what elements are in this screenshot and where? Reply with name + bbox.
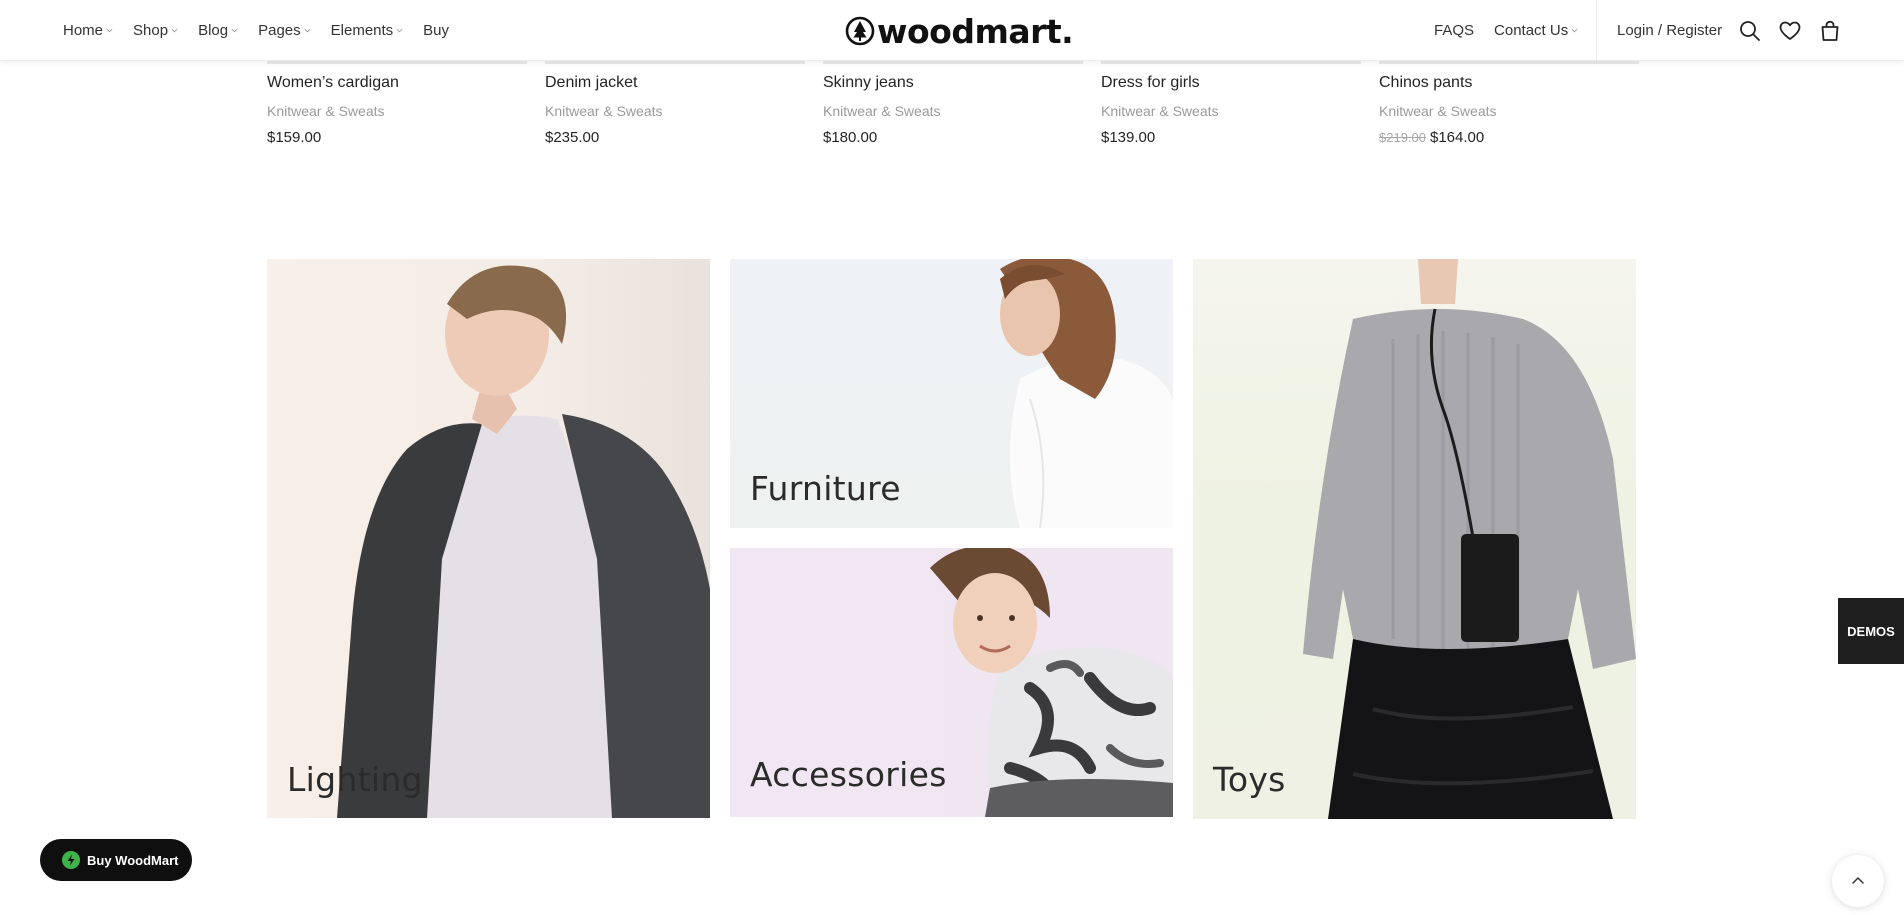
nav-shop-label: Shop xyxy=(133,22,169,39)
login-register-link[interactable]: Login / Register xyxy=(1617,0,1722,61)
category-image-toys xyxy=(1303,259,1636,819)
product-price-value: $139.00 xyxy=(1101,129,1156,146)
product-old-price: $219.00 xyxy=(1379,130,1426,145)
buy-woodmart-button[interactable]: Buy WoodMart xyxy=(40,839,192,881)
product-title[interactable]: Denim jacket xyxy=(545,74,637,92)
secondary-nav: FAQS Contact Us xyxy=(1434,0,1598,61)
category-label: Furniture xyxy=(750,469,901,508)
product-price: $219.00 $164.00 xyxy=(1379,129,1484,146)
tree-logo-icon xyxy=(845,16,875,46)
product-price-value: $235.00 xyxy=(545,129,600,146)
category-image-lighting xyxy=(337,265,710,818)
chevron-down-icon xyxy=(106,28,113,33)
nav-contact[interactable]: Contact Us xyxy=(1494,22,1578,39)
category-tile-furniture[interactable]: Furniture xyxy=(730,259,1173,528)
nav-blog[interactable]: Blog xyxy=(198,22,238,39)
nav-faqs[interactable]: FAQS xyxy=(1434,22,1474,39)
product-category[interactable]: Knitwear & Sweats xyxy=(1379,103,1497,119)
category-tile-lighting[interactable]: Lighting xyxy=(267,259,710,818)
nav-blog-label: Blog xyxy=(198,22,229,39)
product-image[interactable] xyxy=(823,61,1083,64)
nav-shop[interactable]: Shop xyxy=(133,22,178,39)
chevron-down-icon xyxy=(396,28,403,33)
main-nav: Home Shop Blog Pages Elements Buy xyxy=(63,0,469,61)
nav-elements[interactable]: Elements xyxy=(331,22,404,39)
product-image[interactable] xyxy=(1379,61,1639,64)
product-price: $159.00 xyxy=(267,129,321,146)
chevron-down-icon xyxy=(304,28,311,33)
product-title[interactable]: Dress for girls xyxy=(1101,74,1200,92)
product-price: $139.00 xyxy=(1101,129,1155,146)
heart-icon[interactable] xyxy=(1778,19,1802,43)
product-price: $235.00 xyxy=(545,129,599,146)
category-tile-accessories[interactable]: Accessories xyxy=(730,548,1173,817)
chevron-down-icon xyxy=(171,28,178,33)
nav-elements-label: Elements xyxy=(330,22,394,39)
demos-label: DEMOS xyxy=(1847,623,1895,639)
category-label: Toys xyxy=(1213,760,1286,799)
nav-pages[interactable]: Pages xyxy=(258,22,311,39)
buy-woodmart-label: Buy WoodMart xyxy=(87,852,179,868)
nav-buy-label: Buy xyxy=(423,22,450,39)
nav-pages-label: Pages xyxy=(258,22,301,39)
logo-text: woodmart. xyxy=(877,11,1074,51)
product-price-value: $164.00 xyxy=(1430,129,1485,146)
scroll-to-top-button[interactable] xyxy=(1832,855,1884,907)
category-label: Accessories xyxy=(750,755,947,794)
product-image[interactable] xyxy=(267,61,527,64)
nav-faqs-label: FAQS xyxy=(1434,22,1475,39)
product-image[interactable] xyxy=(1101,61,1361,64)
chevron-down-icon xyxy=(231,28,238,33)
nav-buy[interactable]: Buy xyxy=(423,22,449,39)
product-category[interactable]: Knitwear & Sweats xyxy=(1101,103,1219,119)
cart-icon[interactable] xyxy=(1818,19,1842,43)
product-title[interactable]: Chinos pants xyxy=(1379,74,1472,92)
bolt-icon xyxy=(62,851,80,869)
nav-home-label: Home xyxy=(63,22,104,39)
product-price-value: $159.00 xyxy=(267,129,322,146)
nav-home[interactable]: Home xyxy=(63,22,113,39)
search-icon[interactable] xyxy=(1738,19,1762,43)
login-register-label: Login / Register xyxy=(1617,22,1723,39)
category-label: Lighting xyxy=(287,760,423,799)
chevron-up-icon xyxy=(1852,877,1864,884)
demos-button[interactable]: DEMOS xyxy=(1838,598,1904,664)
site-logo[interactable]: woodmart. xyxy=(845,11,1074,51)
category-tile-toys[interactable]: Toys xyxy=(1193,259,1636,819)
site-header: Home Shop Blog Pages Elements Buy woodma… xyxy=(0,0,1904,61)
product-category[interactable]: Knitwear & Sweats xyxy=(823,103,941,119)
chevron-down-icon xyxy=(1571,28,1578,33)
product-title[interactable]: Women’s cardigan xyxy=(267,74,399,92)
product-category[interactable]: Knitwear & Sweats xyxy=(267,103,385,119)
product-price-value: $180.00 xyxy=(823,129,878,146)
product-title[interactable]: Skinny jeans xyxy=(823,74,914,92)
product-category[interactable]: Knitwear & Sweats xyxy=(545,103,663,119)
product-image[interactable] xyxy=(545,61,805,64)
header-divider xyxy=(1596,0,1597,61)
nav-contact-label: Contact Us xyxy=(1494,22,1569,39)
product-price: $180.00 xyxy=(823,129,877,146)
